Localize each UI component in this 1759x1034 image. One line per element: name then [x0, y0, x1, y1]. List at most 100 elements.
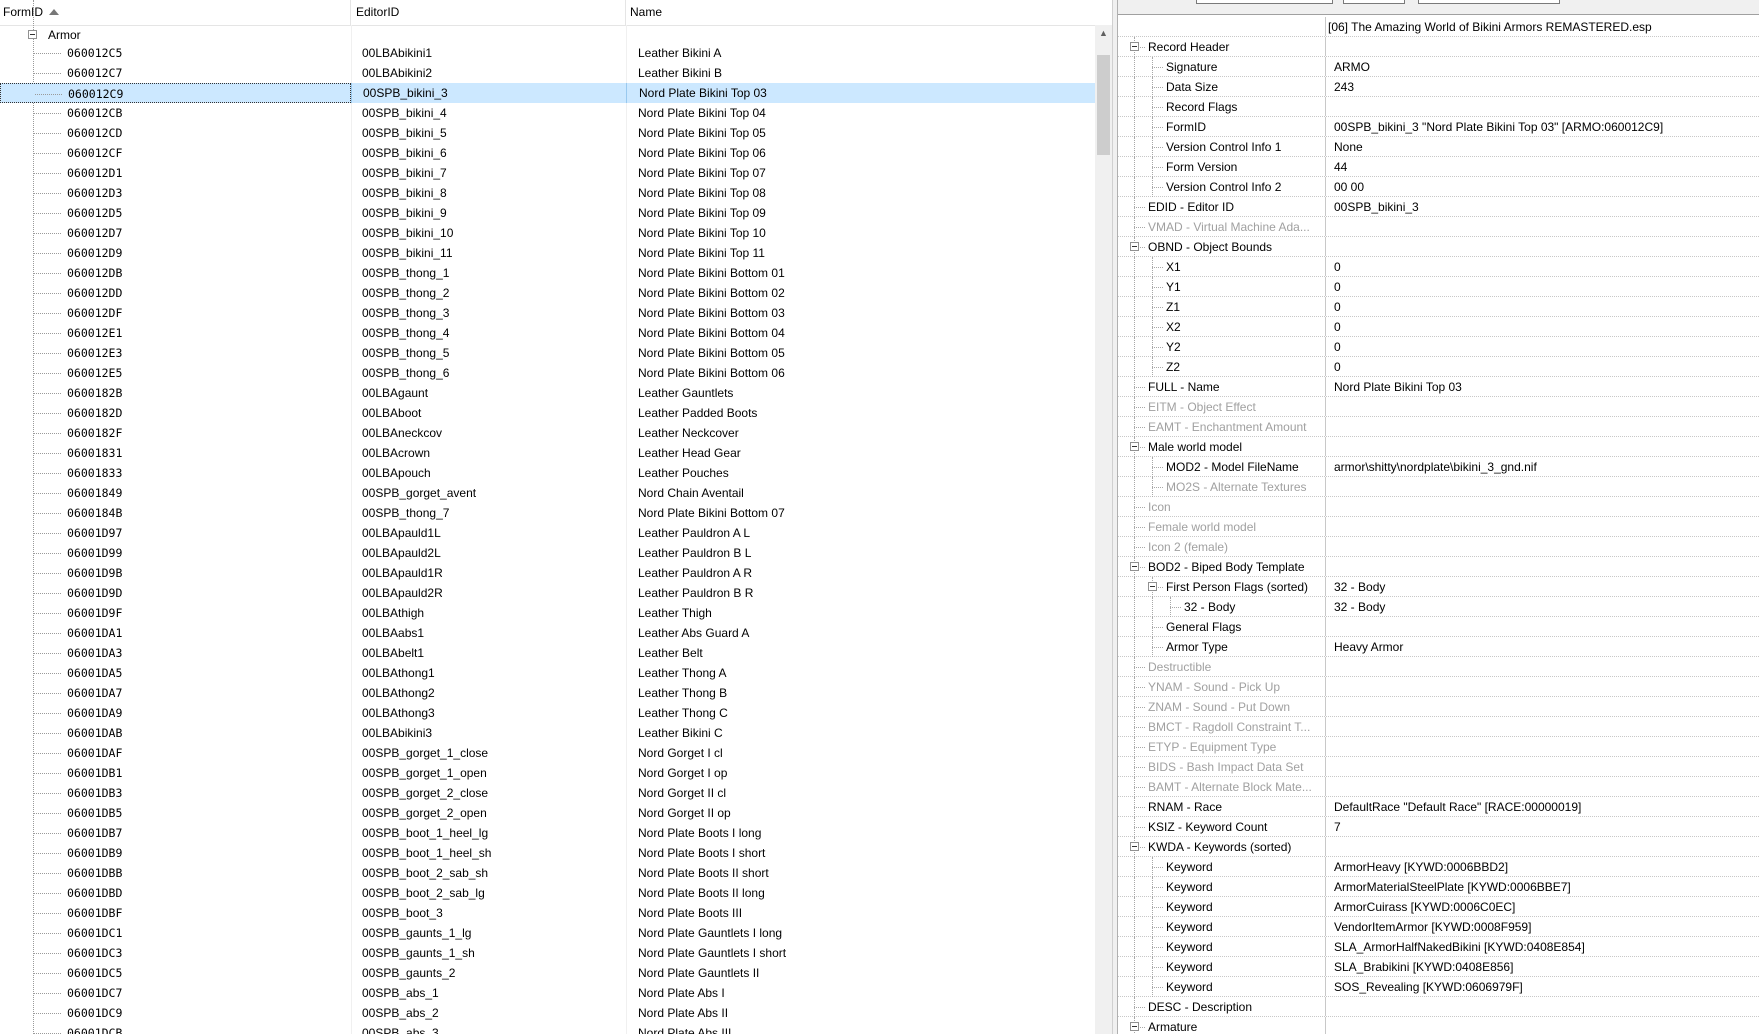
detail-row[interactable]: General Flags	[1118, 617, 1759, 637]
table-row[interactable]: 06001DBD 00SPB_boot_2_sab_lg Nord Plate Bo…	[0, 883, 1095, 903]
table-row[interactable]: 06001DC7 00SPB_abs_1 Nord Plate Abs I	[0, 983, 1095, 1003]
detail-row[interactable]: MO2S - Alternate Textures	[1118, 477, 1759, 497]
table-row[interactable]: 06001D99 00LBApauld2L Leather Pauldron B L	[0, 543, 1095, 563]
collapse-icon[interactable]	[1130, 42, 1139, 51]
table-row[interactable]: 060012D1 00SPB_bikini_7 Nord Plate Bikini …	[0, 163, 1095, 183]
collapse-icon[interactable]	[1130, 242, 1139, 251]
table-row[interactable]: 060012E3 00SPB_thong_5 Nord Plate Bikini B…	[0, 343, 1095, 363]
detail-row[interactable]: VMAD - Virtual Machine Ada...	[1118, 217, 1759, 237]
table-row[interactable]: 06001DCB 00SPB_abs_3 Nord Plate Abs III	[0, 1023, 1095, 1034]
detail-row[interactable]: Armor Type Heavy Armor	[1118, 637, 1759, 657]
table-row[interactable]: 06001D9F 00LBAthigh Leather Thigh	[0, 603, 1095, 623]
detail-row[interactable]: Keyword VendorItemArmor [KYWD:0008F959]	[1118, 917, 1759, 937]
toolbar-field[interactable]	[1418, 0, 1560, 4]
detail-row[interactable]: Icon 2 (female)	[1118, 537, 1759, 557]
detail-row[interactable]: YNAM - Sound - Pick Up	[1118, 677, 1759, 697]
table-row[interactable]: 0600184B 00SPB_thong_7 Nord Plate Bikini B…	[0, 503, 1095, 523]
table-row[interactable]: 06001DC3 00SPB_gaunts_1_sh Nord Plate Gaun…	[0, 943, 1095, 963]
detail-row[interactable]: BIDS - Bash Impact Data Set	[1118, 757, 1759, 777]
table-row[interactable]: 06001DAB 00LBAbikini3 Leather Bikini C	[0, 723, 1095, 743]
table-row[interactable]: 0600182B 00LBAgaunt Leather Gauntlets	[0, 383, 1095, 403]
scroll-up-arrow-icon[interactable]: ▲	[1095, 25, 1112, 42]
detail-row[interactable]: RNAM - Race DefaultRace "Default Race" [R…	[1118, 797, 1759, 817]
detail-row[interactable]: BMCT - Ragdoll Constraint T...	[1118, 717, 1759, 737]
collapse-icon[interactable]	[1130, 842, 1139, 851]
detail-row[interactable]: KSIZ - Keyword Count 7	[1118, 817, 1759, 837]
collapse-icon[interactable]	[1130, 442, 1139, 451]
table-row[interactable]: 06001D9B 00LBApauld1R Leather Pauldron A R	[0, 563, 1095, 583]
column-header-name[interactable]: Name	[626, 0, 1095, 25]
table-row[interactable]: 06001849 00SPB_gorget_avent Nord Chain Ave…	[0, 483, 1095, 503]
detail-row[interactable]: EAMT - Enchantment Amount	[1118, 417, 1759, 437]
column-header-formid[interactable]: FormID	[0, 0, 351, 25]
table-row[interactable]: 060012C7 00LBAbikini2 Leather Bikini B	[0, 63, 1095, 83]
detail-row[interactable]: Y2 0	[1118, 337, 1759, 357]
table-row[interactable]: 06001D9D 00LBApauld2R Leather Pauldron B R	[0, 583, 1095, 603]
collapse-icon[interactable]	[1130, 562, 1139, 571]
toolbar-field[interactable]	[1196, 0, 1333, 4]
table-row[interactable]: 06001DA7 00LBAthong2 Leather Thong B	[0, 683, 1095, 703]
detail-row[interactable]: Destructible	[1118, 657, 1759, 677]
collapse-icon[interactable]	[28, 30, 37, 39]
table-row[interactable]: 06001DBB 00SPB_boot_2_sab_sh Nord Plate Bo…	[0, 863, 1095, 883]
detail-row[interactable]: Keyword ArmorHeavy [KYWD:0006BBD2]	[1118, 857, 1759, 877]
detail-row[interactable]: ZNAM - Sound - Put Down	[1118, 697, 1759, 717]
table-row[interactable]: 06001D97 00LBApauld1L Leather Pauldron A L	[0, 523, 1095, 543]
detail-row[interactable]: KWDA - Keywords (sorted)	[1118, 837, 1759, 857]
table-row[interactable]: 06001DB7 00SPB_boot_1_heel_lg Nord Plate B…	[0, 823, 1095, 843]
table-row[interactable]: 06001DB3 00SPB_gorget_2_close Nord Gorget …	[0, 783, 1095, 803]
detail-row[interactable]: Data Size 243	[1118, 77, 1759, 97]
detail-row[interactable]: X2 0	[1118, 317, 1759, 337]
table-row[interactable]: 060012CD 00SPB_bikini_5 Nord Plate Bikini …	[0, 123, 1095, 143]
table-row[interactable]: 06001DC5 00SPB_gaunts_2 Nord Plate Gauntle…	[0, 963, 1095, 983]
table-row[interactable]: 060012D5 00SPB_bikini_9 Nord Plate Bikini …	[0, 203, 1095, 223]
detail-row[interactable]: Form Version 44	[1118, 157, 1759, 177]
table-row[interactable]: 06001DBF 00SPB_boot_3 Nord Plate Boots III	[0, 903, 1095, 923]
detail-row[interactable]: DESC - Description	[1118, 997, 1759, 1017]
table-row[interactable]: 06001831 00LBAcrown Leather Head Gear	[0, 443, 1095, 463]
detail-row[interactable]: Y1 0	[1118, 277, 1759, 297]
detail-row[interactable]: Female world model	[1118, 517, 1759, 537]
detail-row[interactable]: Keyword SLA_ArmorHalfNakedBikini [KYWD:04…	[1118, 937, 1759, 957]
detail-row[interactable]: OBND - Object Bounds	[1118, 237, 1759, 257]
detail-row[interactable]: Version Control Info 2 00 00	[1118, 177, 1759, 197]
table-row[interactable]: 060012DB 00SPB_thong_1 Nord Plate Bikini B…	[0, 263, 1095, 283]
detail-row[interactable]: Z2 0	[1118, 357, 1759, 377]
table-row[interactable]: 060012DD 00SPB_thong_2 Nord Plate Bikini B…	[0, 283, 1095, 303]
detail-row[interactable]: EITM - Object Effect	[1118, 397, 1759, 417]
detail-row[interactable]: Keyword SLA_Brabikini [KYWD:0408E856]	[1118, 957, 1759, 977]
detail-row[interactable]: Record Header	[1118, 37, 1759, 57]
detail-row[interactable]: X1 0	[1118, 257, 1759, 277]
detail-row[interactable]: MOD2 - Model FileName armor\shitty\nordpl…	[1118, 457, 1759, 477]
toolbar-button[interactable]	[1343, 0, 1405, 4]
table-row[interactable]: 060012D7 00SPB_bikini_10 Nord Plate Bikini…	[0, 223, 1095, 243]
table-row[interactable]: 06001833 00LBApouch Leather Pouches	[0, 463, 1095, 483]
table-row[interactable]: 060012D9 00SPB_bikini_11 Nord Plate Bikini…	[0, 243, 1095, 263]
table-row[interactable]: 060012E5 00SPB_thong_6 Nord Plate Bikini B…	[0, 363, 1095, 383]
table-row[interactable]: 0600182D 00LBAboot Leather Padded Boots	[0, 403, 1095, 423]
table-row[interactable]: 060012CB 00SPB_bikini_4 Nord Plate Bikini …	[0, 103, 1095, 123]
detail-row[interactable]: [06] The Amazing World of Bikini Armors …	[1118, 17, 1759, 37]
table-row[interactable]: 060012DF 00SPB_thong_3 Nord Plate Bikini B…	[0, 303, 1095, 323]
record-list-scrollbar[interactable]: ▲	[1095, 25, 1112, 1034]
detail-row[interactable]: Male world model	[1118, 437, 1759, 457]
detail-row[interactable]: Record Flags	[1118, 97, 1759, 117]
table-row[interactable]: 06001DA9 00LBAthong3 Leather Thong C	[0, 703, 1095, 723]
table-row[interactable]: 060012C9 00SPB_bikini_3 Nord Plate Bikini …	[0, 83, 1095, 103]
table-row[interactable]: 06001DB1 00SPB_gorget_1_open Nord Gorget I…	[0, 763, 1095, 783]
detail-row[interactable]: BOD2 - Biped Body Template	[1118, 557, 1759, 577]
table-row[interactable]: 06001DB9 00SPB_boot_1_heel_sh Nord Plate B…	[0, 843, 1095, 863]
collapse-icon[interactable]	[1148, 582, 1157, 591]
table-row[interactable]: 06001DB5 00SPB_gorget_2_open Nord Gorget I…	[0, 803, 1095, 823]
table-row[interactable]: 060012E1 00SPB_thong_4 Nord Plate Bikini B…	[0, 323, 1095, 343]
table-row[interactable]: 060012C5 00LBAbikini1 Leather Bikini A	[0, 43, 1095, 63]
collapse-icon[interactable]	[1130, 1022, 1139, 1031]
table-row[interactable]: 0600182F 00LBAneckcov Leather Neckcover	[0, 423, 1095, 443]
detail-row[interactable]: FULL - Name Nord Plate Bikini Top 03	[1118, 377, 1759, 397]
detail-row[interactable]: FormID 00SPB_bikini_3 "Nord Plate Bikini …	[1118, 117, 1759, 137]
detail-row[interactable]: Signature ARMO	[1118, 57, 1759, 77]
detail-row[interactable]: 32 - Body 32 - Body	[1118, 597, 1759, 617]
table-row[interactable]: 06001DA1 00LBAabs1 Leather Abs Guard A	[0, 623, 1095, 643]
detail-row[interactable]: Armature	[1118, 1017, 1759, 1034]
detail-row[interactable]: Keyword ArmorCuirass [KYWD:0006C0EC]	[1118, 897, 1759, 917]
